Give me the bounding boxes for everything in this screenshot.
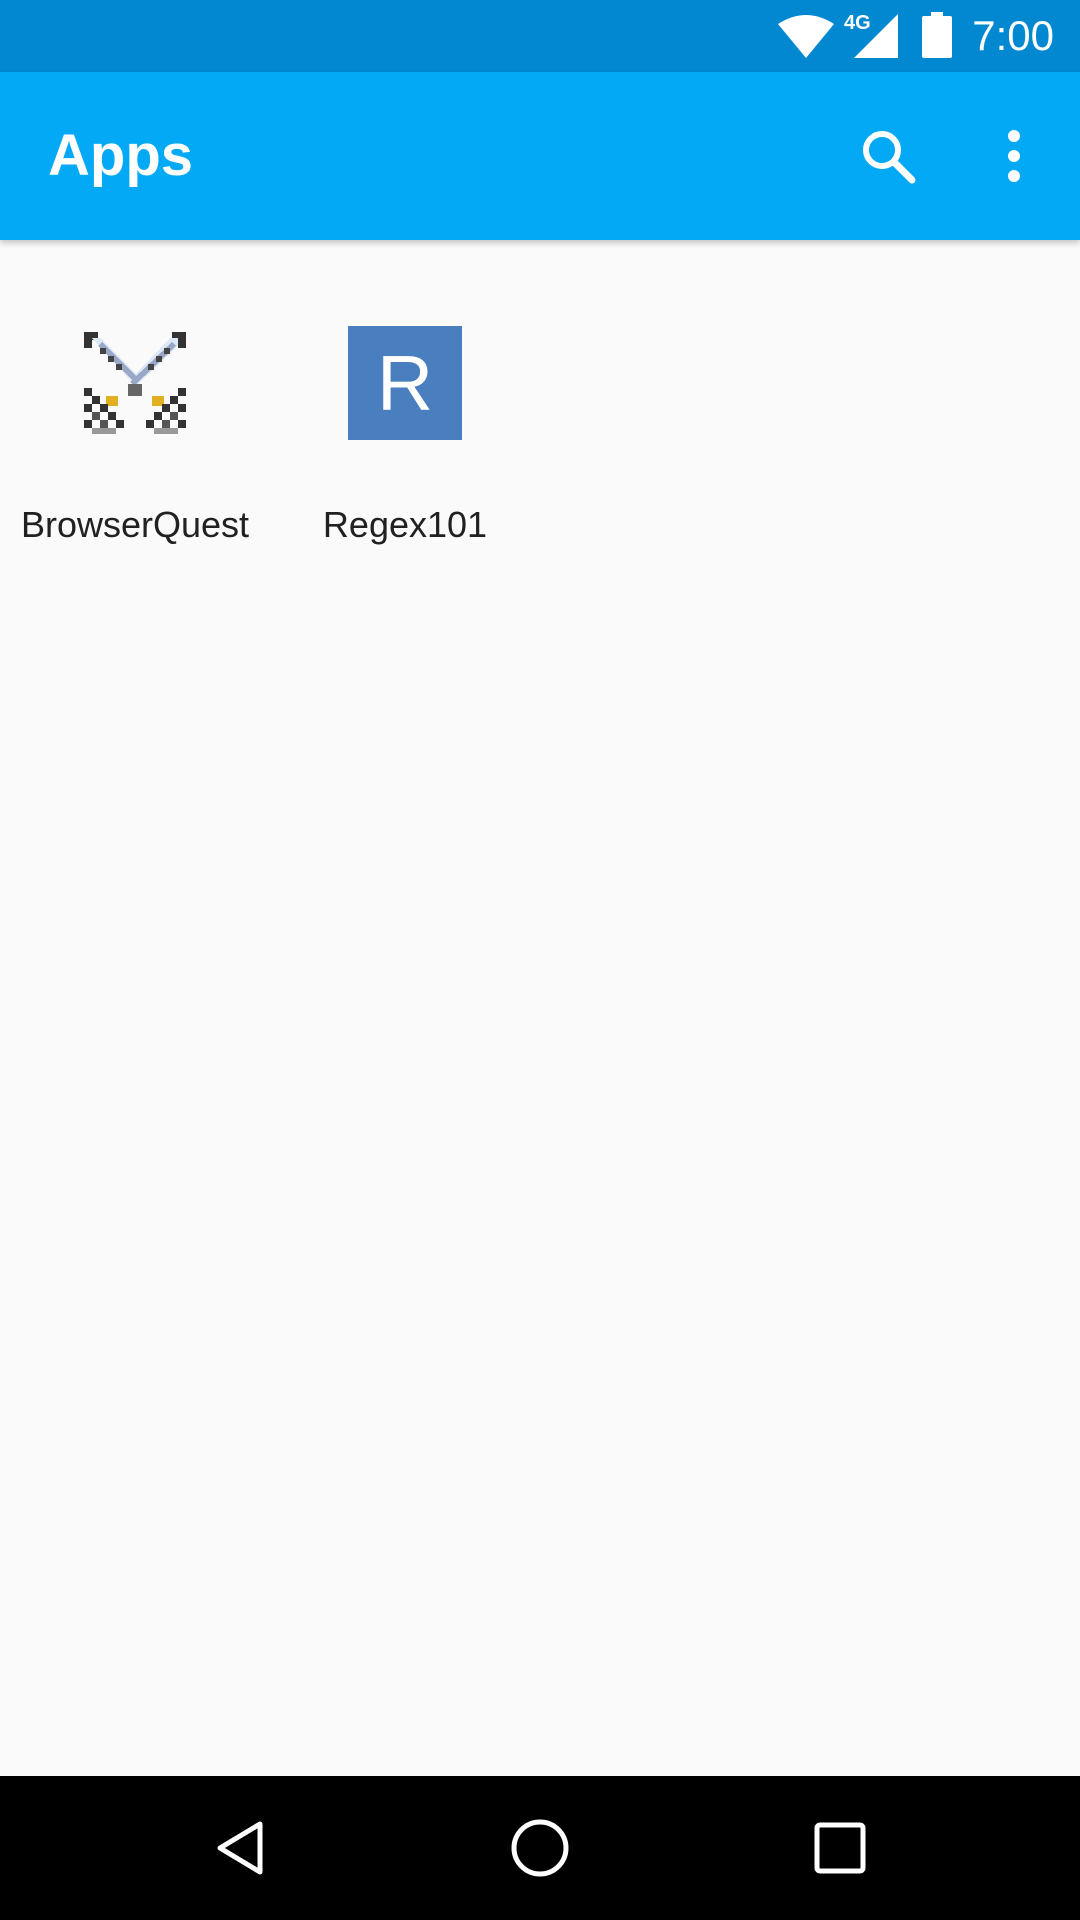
more-options-button[interactable] — [966, 108, 1062, 204]
back-button[interactable] — [180, 1800, 300, 1896]
navigation-bar — [0, 1776, 1080, 1920]
cellular-signal-icon — [854, 14, 898, 58]
wifi-icon — [778, 15, 834, 58]
letter-icon: R — [348, 326, 462, 440]
home-icon — [511, 1819, 569, 1877]
app-label: BrowserQuest — [20, 504, 250, 545]
search-button[interactable] — [840, 108, 936, 204]
apps-screen: 4G 7:00 Apps BrowserQuest R Regex101 — [0, 0, 1080, 1920]
icon-letter: R — [376, 338, 434, 427]
status-time: 7:00 — [972, 12, 1054, 59]
page-title: Apps — [48, 123, 193, 188]
crossed-swords-icon — [84, 332, 186, 434]
app-label: Regex101 — [322, 504, 488, 545]
search-icon — [863, 131, 916, 184]
recents-button[interactable] — [780, 1800, 900, 1896]
recents-icon — [814, 1822, 866, 1874]
app-tile-regex101[interactable]: R Regex101 — [270, 320, 540, 560]
back-icon — [217, 1821, 263, 1875]
app-bar: Apps — [0, 72, 1080, 240]
home-button[interactable] — [480, 1800, 600, 1896]
battery-icon — [922, 12, 952, 58]
app-tile-browserquest[interactable]: BrowserQuest — [0, 320, 270, 560]
more-options-icon — [1008, 130, 1020, 182]
status-bar: 4G 7:00 — [0, 0, 1080, 72]
